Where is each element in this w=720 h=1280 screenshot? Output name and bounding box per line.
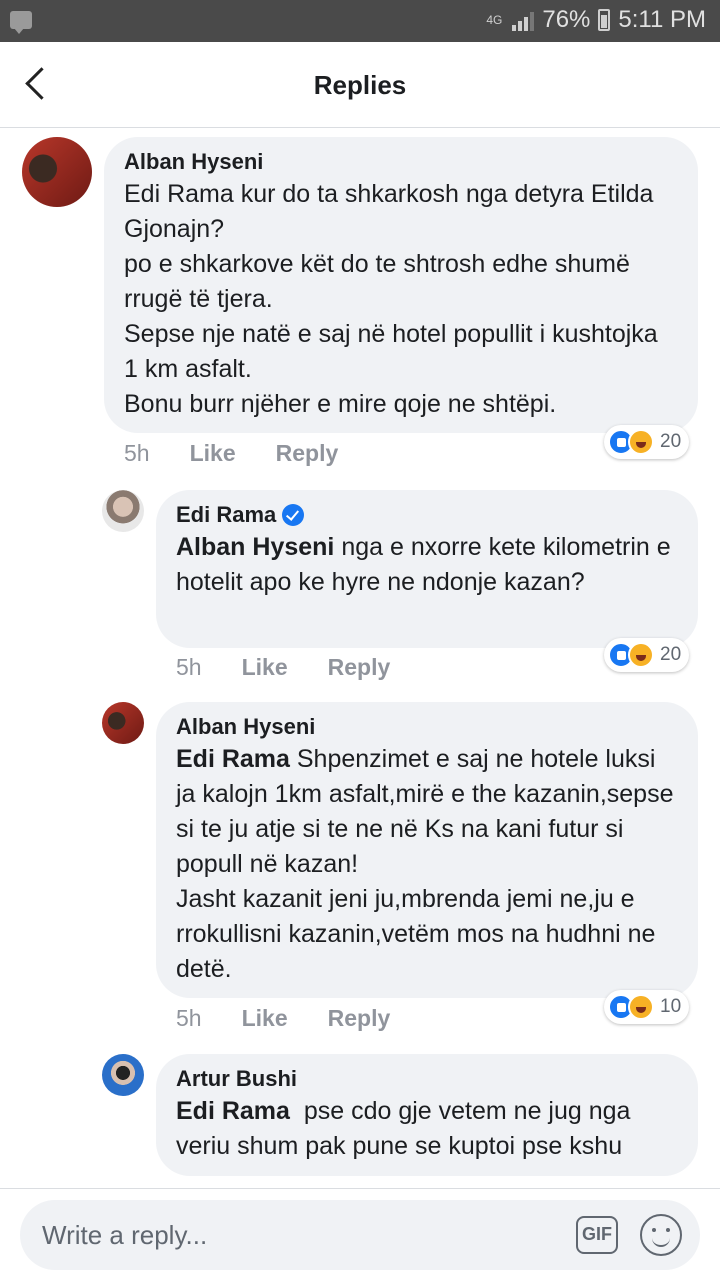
avatar[interactable] (102, 490, 144, 532)
comment-text: Edi Rama kur do ta shkarkosh nga detyra … (124, 177, 678, 422)
reaction-count: 10 (660, 996, 682, 1017)
comment-author[interactable]: Alban Hyseni (124, 149, 678, 175)
mention-link[interactable]: Edi Rama (176, 745, 290, 773)
comment-time[interactable]: 5h (176, 1005, 202, 1032)
reply-button[interactable]: Reply (276, 440, 339, 467)
clock: 5:11 PM (618, 6, 706, 33)
comment-actions: 5h Like Reply (176, 654, 390, 681)
message-notification-icon (10, 11, 32, 34)
comment-time[interactable]: 5h (176, 654, 202, 681)
comment-bubble: Alban Hyseni Edi Rama Shpenzimet e saj n… (156, 702, 698, 998)
comment-body: Edi Rama kur do ta shkarkosh nga detyra … (124, 180, 658, 418)
emoji-smile-icon[interactable] (640, 1214, 682, 1256)
reaction-summary[interactable]: 10 (604, 990, 690, 1024)
gif-button[interactable]: GIF (576, 1216, 618, 1254)
battery-percent: 76% (542, 6, 591, 33)
reaction-summary[interactable]: 20 (604, 425, 690, 459)
comment-author[interactable]: Alban Hyseni (176, 714, 678, 740)
comment-text: Edi Rama Shpenzimet e saj ne hotele luks… (176, 742, 678, 987)
comment-actions: 5h Like Reply (176, 1005, 390, 1032)
comment-text: Edi Rama pse cdo gje vetem ne jug nga ve… (176, 1094, 678, 1164)
signal-icon (512, 9, 535, 31)
comment-body: Shpenzimet e saj ne hotele luksi ja kalo… (176, 745, 674, 983)
comment-author[interactable]: Artur Bushi (176, 1066, 678, 1092)
comment-bubble: Edi Rama Alban Hyseni nga e nxorre kete … (156, 490, 698, 648)
verified-badge-icon (282, 504, 305, 526)
reply-placeholder: Write a reply... (42, 1220, 208, 1250)
avatar[interactable] (102, 702, 144, 744)
like-button[interactable]: Like (242, 1005, 288, 1032)
network-type: 4G (486, 13, 503, 27)
reaction-count: 20 (660, 644, 682, 665)
status-bar: 4G 76% 5:11 PM (0, 0, 720, 42)
reply-button[interactable]: Reply (328, 1005, 391, 1032)
comment-author-row: Edi Rama (176, 502, 678, 528)
reaction-count: 20 (660, 431, 682, 452)
page-title: Replies (313, 70, 407, 100)
like-button[interactable]: Like (242, 654, 288, 681)
battery-icon (598, 9, 611, 31)
reaction-summary[interactable]: 20 (604, 638, 690, 672)
comment-bubble: Artur Bushi Edi Rama pse cdo gje vetem n… (156, 1054, 698, 1176)
like-button[interactable]: Like (190, 440, 236, 467)
mention-link[interactable]: Alban Hyseni (176, 533, 334, 561)
haha-reaction-icon (628, 429, 654, 455)
reply-input[interactable]: Write a reply... GIF (20, 1200, 700, 1270)
comment-author[interactable]: Edi Rama (176, 502, 276, 528)
comment-actions: 5h Like Reply (124, 440, 338, 467)
comment-text: Alban Hyseni nga e nxorre kete kilometri… (176, 530, 678, 600)
haha-reaction-icon (628, 994, 654, 1020)
avatar[interactable] (22, 137, 92, 207)
comment-bubble: Alban Hyseni Edi Rama kur do ta shkarkos… (104, 137, 698, 433)
header: Replies (0, 42, 720, 128)
comment-time[interactable]: 5h (124, 440, 150, 467)
avatar[interactable] (102, 1054, 144, 1096)
reply-button[interactable]: Reply (328, 654, 391, 681)
haha-reaction-icon (628, 642, 654, 668)
mention-link[interactable]: Edi Rama (176, 1097, 290, 1125)
